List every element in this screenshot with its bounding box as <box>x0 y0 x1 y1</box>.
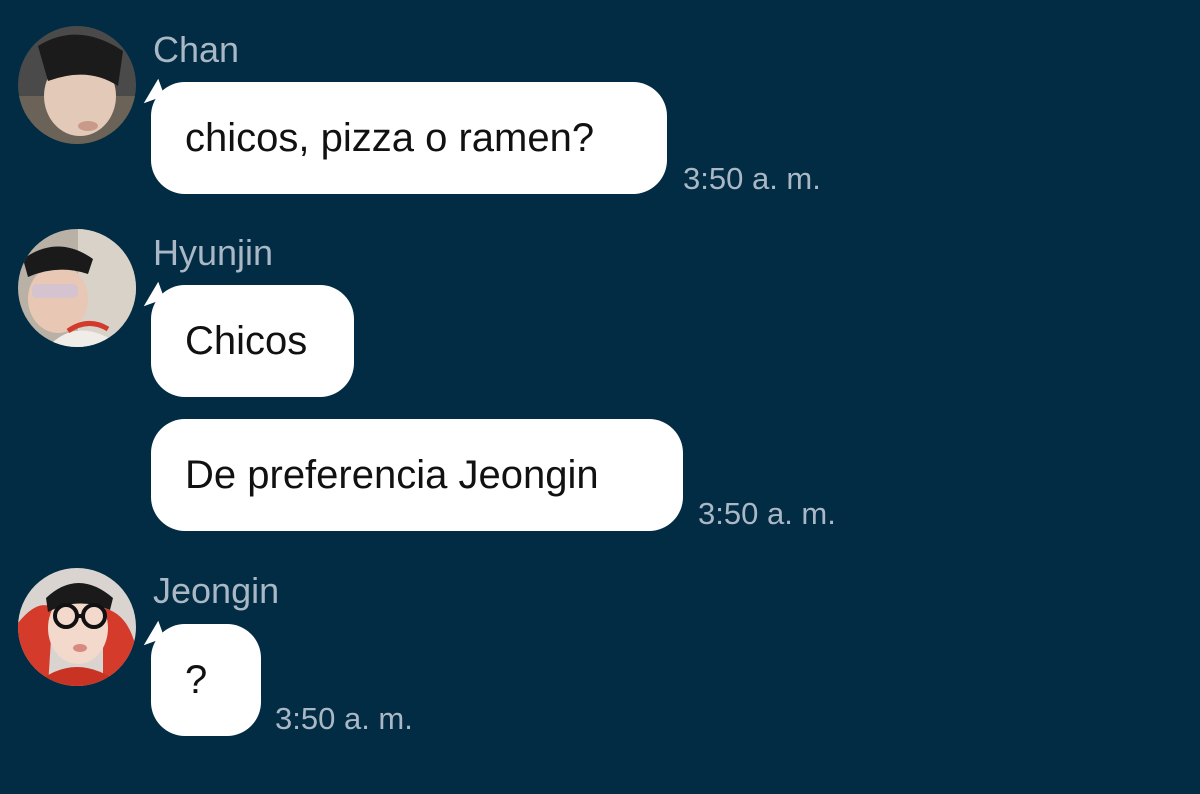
message-text: Chicos <box>185 318 308 363</box>
jeongin-avatar[interactable] <box>18 568 136 686</box>
message-bubble[interactable]: Chicos <box>151 285 354 397</box>
message-text: De preferencia Jeongin <box>185 452 599 497</box>
sender-name: Jeongin <box>153 570 280 611</box>
message-bubble[interactable]: ? <box>151 624 261 736</box>
jeongin-avatar-photo <box>18 568 136 686</box>
hyunjin-avatar[interactable] <box>18 229 136 347</box>
hyunjin-avatar-photo <box>18 229 136 347</box>
sender-name: Chan <box>153 29 240 70</box>
message-text: ? <box>185 657 208 702</box>
chan-avatar[interactable] <box>18 26 136 144</box>
message-timestamp: 3:50 a. m. <box>275 701 413 736</box>
message-timestamp: 3:50 a. m. <box>698 496 836 531</box>
message-bubble[interactable]: De preferencia Jeongin <box>151 419 683 531</box>
message-bubble[interactable]: chicos, pizza o ramen? <box>151 82 667 194</box>
chan-avatar-photo <box>18 26 136 144</box>
message-text: chicos, pizza o ramen? <box>185 115 595 160</box>
message-timestamp: 3:50 a. m. <box>683 161 821 196</box>
sender-name: Hyunjin <box>153 232 274 273</box>
